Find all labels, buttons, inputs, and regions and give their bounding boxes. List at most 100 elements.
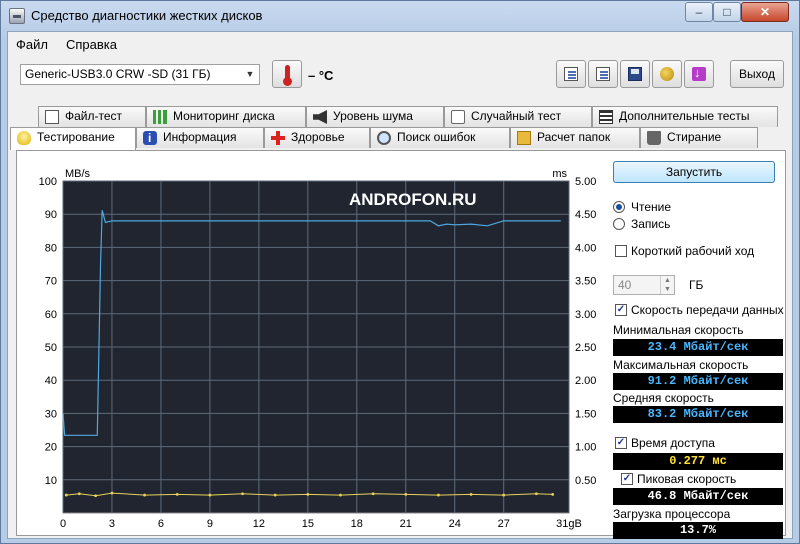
window-title: Средство диагностики жестких дисков (31, 8, 263, 23)
tab-label: Дополнительные тесты (619, 109, 750, 123)
doc-icon (45, 110, 59, 124)
tab-erase[interactable]: Стирание (640, 127, 758, 148)
y-right-tick-label: 1.50 (575, 408, 596, 420)
tab-label: Стирание (667, 130, 722, 144)
app-drive-icon (9, 8, 25, 24)
menu-help[interactable]: Справка (66, 37, 117, 52)
download-button[interactable] (684, 60, 714, 88)
x-tick-label: 31gB (556, 518, 582, 530)
tab-information[interactable]: Информация (136, 127, 264, 148)
y-left-tick-label: 90 (45, 209, 57, 221)
benchmark-chart-svg: 0 3 6 9 12 15 18 21 24 27 31gB 10 20 30 40 50 60 70 80 90 10… (39, 168, 597, 530)
tab-health[interactable]: Здоровье (264, 127, 370, 148)
y-right-tick-label: 3.00 (575, 309, 596, 321)
burst-rate-checkbox[interactable]: ✓ (621, 473, 633, 485)
tab-noise-level[interactable]: Уровень шума (306, 106, 444, 127)
y-left-tick-label: 80 (45, 242, 57, 254)
tab-folder-usage[interactable]: Расчет папок (510, 127, 640, 148)
y-right-tick-label: 2.50 (575, 342, 596, 354)
maximize-button[interactable]: □ (713, 2, 741, 22)
y-left-tick-label: 30 (45, 408, 57, 420)
short-stroke-spinner[interactable]: 40 ▲ ▼ (613, 275, 675, 295)
y-right-tick-label: 4.50 (575, 209, 596, 221)
minimize-button[interactable]: – (685, 2, 713, 22)
tab-testing[interactable]: Тестирование (10, 127, 136, 150)
client-area: Файл Справка Generic-USB3.0 CRW -SD (31 … (7, 31, 793, 539)
tab-label: Случайный тест (471, 109, 562, 123)
short-stroke-label: Короткий рабочий ход (631, 244, 755, 258)
access-time-point (551, 493, 555, 496)
tab-label: Файл-тест (65, 109, 123, 123)
x-tick-label: 18 (351, 518, 363, 530)
x-tick-label: 21 (400, 518, 412, 530)
x-tick-label: 9 (207, 518, 213, 530)
magnifier-icon (377, 131, 391, 145)
x-tick-label: 12 (253, 518, 265, 530)
y-right-tick-label: 0.50 (575, 475, 596, 487)
benchmark-chart: 0 3 6 9 12 15 18 21 24 27 31gB 10 20 30 40 50 60 70 80 90 10… (19, 151, 609, 535)
access-time-point (404, 493, 408, 496)
y-right-tick-label: 2.00 (575, 375, 596, 387)
access-time-point (306, 493, 310, 496)
tab-label: Поиск ошибок (397, 130, 476, 144)
access-time-point (502, 493, 506, 497)
watermark-text: ANDROFON.RU (349, 190, 477, 209)
read-radio[interactable] (613, 201, 625, 213)
access-time-point (469, 493, 473, 496)
y-left-tick-label: 100 (39, 176, 57, 188)
drive-select-value: Generic-USB3.0 CRW -SD (31 ГБ) (25, 67, 211, 81)
close-button[interactable]: ✕ (741, 2, 789, 22)
short-stroke-checkbox[interactable] (615, 245, 627, 257)
access-time-point (64, 493, 68, 497)
temperature-button[interactable] (272, 60, 302, 88)
tab-random-test[interactable]: Случайный тест (444, 106, 592, 127)
access-time-point (273, 493, 277, 497)
access-time-point (110, 491, 114, 495)
write-radio[interactable] (613, 218, 625, 230)
access-time-point (339, 493, 342, 497)
chevron-down-icon[interactable]: ▼ (241, 65, 259, 84)
copy-image-button[interactable] (588, 60, 618, 88)
tab-extra-tests[interactable]: Дополнительные тесты (592, 106, 778, 127)
copy-image-icon (596, 67, 610, 81)
access-time-label: Время доступа (631, 436, 715, 450)
burst-rate-value: 46.8 Мбайт/сек (613, 488, 783, 505)
menu-file[interactable]: Файл (16, 37, 48, 52)
transfer-rate-checkbox[interactable]: ✓ (615, 304, 627, 316)
bulb-icon (17, 131, 31, 145)
y-left-tick-label: 10 (45, 475, 57, 487)
copy-text-button[interactable] (556, 60, 586, 88)
tab-file-test[interactable]: Файл-тест (38, 106, 146, 127)
drive-select[interactable]: Generic-USB3.0 CRW -SD (31 ГБ) ▼ (20, 64, 260, 85)
access-time-point (143, 493, 147, 497)
save-button[interactable] (620, 60, 650, 88)
y-left-tick-label: 20 (45, 442, 57, 454)
access-time-checkbox[interactable]: ✓ (615, 437, 627, 449)
max-speed-label: Максимальная скорость (613, 358, 749, 372)
app-window: Средство диагностики жестких дисков – □ … (0, 0, 800, 544)
controls-panel: Запустить Чтение Запись Короткий рабочий… (611, 151, 787, 539)
exit-button[interactable]: Выход (730, 60, 784, 88)
y-left-tick-label: 50 (45, 342, 57, 354)
x-tick-label: 6 (158, 518, 164, 530)
tab-error-scan[interactable]: Поиск ошибок (370, 127, 510, 148)
x-tick-label: 15 (302, 518, 314, 530)
tab-label: Тестирование (37, 130, 115, 144)
access-time-value: 0.277 мс (613, 453, 783, 470)
coins-button[interactable] (652, 60, 682, 88)
access-time-point (371, 492, 375, 496)
title-bar[interactable]: Средство диагностики жестких дисков – □ … (1, 1, 799, 31)
tab-disk-monitor[interactable]: Мониторинг диска (146, 106, 306, 127)
spinner-arrows-icon[interactable]: ▲ ▼ (660, 276, 674, 294)
y-left-tick-label: 70 (45, 276, 57, 288)
access-time-point (94, 494, 98, 498)
avg-speed-label: Средняя скорость (613, 391, 714, 405)
cpu-usage-label: Загрузка процессора (613, 507, 731, 521)
start-button[interactable]: Запустить (613, 161, 775, 183)
y-right-axis-label: ms (552, 168, 567, 180)
x-tick-label: 27 (498, 518, 510, 530)
x-tick-label: 0 (60, 518, 66, 530)
y-right-tick-label: 5.00 (575, 176, 596, 188)
coins-icon (660, 67, 674, 81)
write-label: Запись (631, 217, 671, 231)
